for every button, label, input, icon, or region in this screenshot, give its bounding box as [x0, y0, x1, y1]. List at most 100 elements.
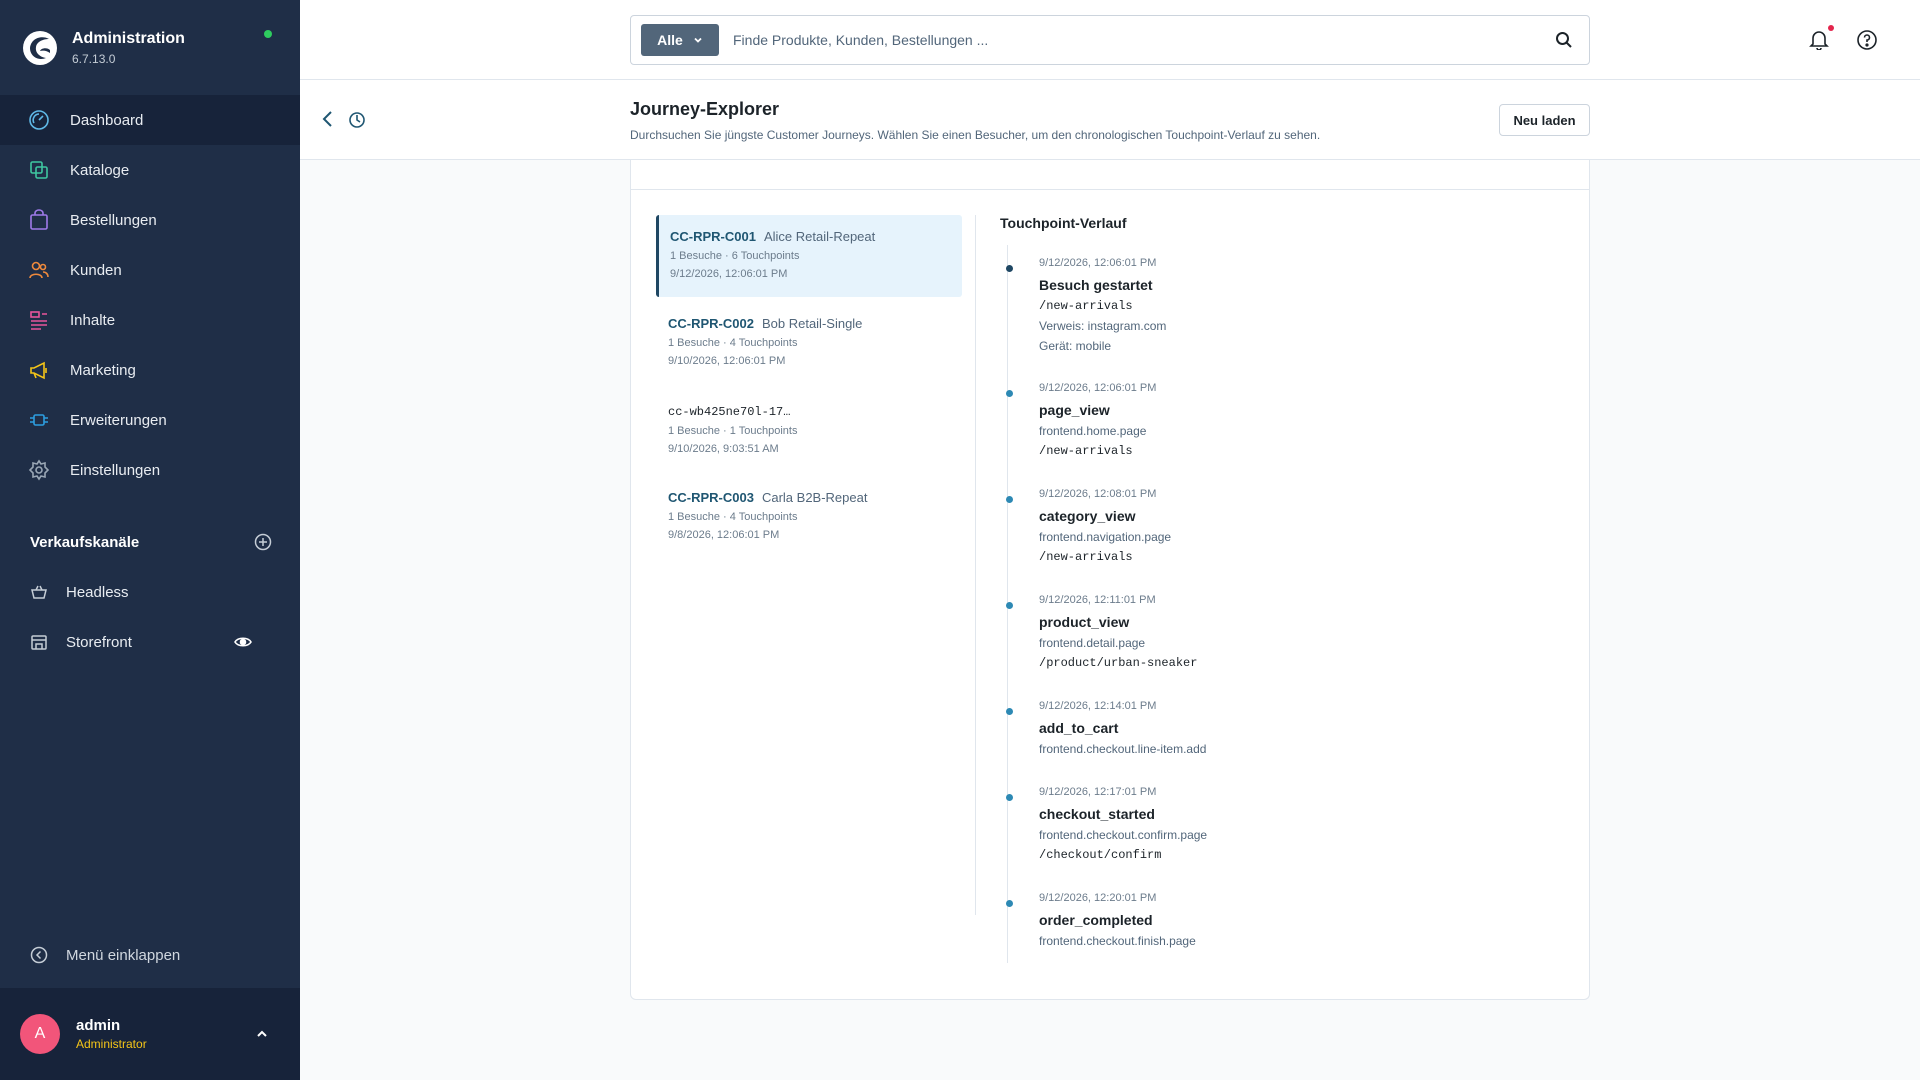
entry-name: page_view	[1039, 402, 1110, 418]
notification-bell-icon[interactable]	[1808, 28, 1830, 50]
entry-name: product_view	[1039, 614, 1130, 630]
status-indicator	[264, 30, 272, 38]
sales-channel-storefront[interactable]: Storefront	[0, 617, 300, 667]
sales-channels-title: Verkaufskanäle	[30, 533, 140, 551]
marketing-icon	[30, 361, 47, 380]
search-icon[interactable]	[1555, 31, 1573, 49]
collapse-label: Menü einklappen	[66, 946, 181, 964]
back-arrow-icon[interactable]	[320, 109, 336, 129]
chevron-left-circle-icon	[30, 946, 48, 964]
visitor-item[interactable]: cc-wb425ne70l-17… 1 Besuche · 1 Touchpoi…	[656, 389, 962, 471]
entry-time: 9/12/2026, 12:06:01 PM	[1039, 257, 1157, 269]
orders-icon	[30, 209, 48, 230]
notification-badge	[1828, 25, 1834, 31]
nav-item-settings[interactable]: Einstellungen	[0, 445, 300, 495]
brand-title: Administration	[72, 29, 185, 47]
channel-label: Storefront	[66, 633, 132, 651]
global-search: Alle	[630, 15, 1590, 65]
nav-item-customers[interactable]: Kunden	[0, 245, 300, 295]
timeline-title: Touchpoint-Verlauf	[1000, 215, 1127, 231]
settings-icon	[28, 459, 50, 481]
entry-path: /new-arrivals	[1039, 299, 1133, 313]
visitor-meta: 1 Besuche · 6 Touchpoints	[670, 250, 800, 262]
brand: Administration 6.7.13.0	[0, 0, 300, 95]
visitor-id: cc-wb425ne70l-17…	[668, 405, 791, 419]
entry-name: order_completed	[1039, 912, 1153, 928]
visitor-name: Bob Retail-Single	[761, 316, 863, 331]
entry-device: Gerät: mobile	[1039, 339, 1112, 353]
user-menu[interactable]: A admin Administrator	[0, 988, 300, 1080]
nav-label: Marketing	[70, 361, 136, 379]
top-bar: Alle	[300, 0, 1920, 80]
nav-item-catalogs[interactable]: Kataloge	[0, 145, 300, 195]
visitor-id: CC-RPR-C001	[670, 229, 756, 244]
channel-label: Headless	[66, 583, 129, 601]
chevron-down-icon	[694, 37, 702, 43]
entry-path: /checkout/confirm	[1039, 848, 1162, 862]
catalog-icon	[30, 161, 48, 179]
visitor-meta: 1 Besuche · 1 Touchpoints	[668, 425, 798, 437]
extensions-icon	[30, 414, 48, 426]
visitor-meta: 1 Besuche · 4 Touchpoints	[668, 337, 798, 349]
nav-label: Dashboard	[70, 111, 144, 129]
nav-label: Einstellungen	[70, 461, 161, 479]
entry-path: /product/urban-sneaker	[1039, 656, 1198, 670]
basket-icon	[31, 585, 47, 599]
visitor-date: 9/10/2026, 9:03:51 AM	[668, 443, 779, 455]
customers-icon	[29, 261, 49, 279]
entry-time: 9/12/2026, 12:11:01 PM	[1039, 594, 1156, 606]
collapse-menu-button[interactable]: Menü einklappen	[0, 930, 300, 980]
history-icon[interactable]	[348, 111, 366, 129]
sidebar: Administration 6.7.13.0 Dashboard Katalo…	[0, 0, 300, 1080]
visitor-name: Alice Retail-Repeat	[763, 229, 876, 244]
timeline-dot	[1006, 390, 1013, 397]
entry-time: 9/12/2026, 12:20:01 PM	[1039, 892, 1157, 904]
entry-path: /new-arrivals	[1039, 444, 1133, 458]
search-type-select[interactable]: Alle	[641, 24, 719, 56]
timeline-dot	[1006, 794, 1013, 801]
search-input[interactable]	[733, 32, 1555, 48]
nav-item-extensions[interactable]: Erweiterungen	[0, 395, 300, 445]
entry-time: 9/12/2026, 12:14:01 PM	[1039, 700, 1157, 712]
page-header: Journey-Explorer Durchsuchen Sie jüngste…	[300, 80, 1920, 160]
brand-version: 6.7.13.0	[72, 51, 116, 66]
visitor-id: CC-RPR-C003	[668, 490, 754, 505]
visitor-date: 9/12/2026, 12:06:01 PM	[670, 268, 788, 280]
page-title: Journey-Explorer	[630, 99, 780, 119]
main-nav: Dashboard Kataloge Bestellungen Kunden I…	[0, 95, 300, 495]
timeline-dot	[1006, 900, 1013, 907]
shopware-logo-icon[interactable]	[22, 30, 58, 66]
avatar: A	[20, 1014, 60, 1054]
eye-icon[interactable]	[234, 633, 252, 651]
entry-time: 9/12/2026, 12:08:01 PM	[1039, 488, 1157, 500]
nav-item-marketing[interactable]: Marketing	[0, 345, 300, 395]
visitor-meta: 1 Besuche · 4 Touchpoints	[668, 511, 798, 523]
dashboard-icon	[29, 110, 49, 130]
entry-route: frontend.navigation.page	[1039, 530, 1172, 544]
entry-route: frontend.home.page	[1039, 424, 1147, 438]
help-icon[interactable]	[1856, 29, 1878, 51]
visitor-date: 9/10/2026, 12:06:01 PM	[668, 355, 786, 367]
visitor-item[interactable]: CC-RPR-C002 Bob Retail-Single 1 Besuche ·…	[656, 302, 962, 384]
visitor-date: 9/8/2026, 12:06:01 PM	[668, 529, 780, 541]
nav-item-content[interactable]: Inhalte	[0, 295, 300, 345]
add-circle-icon[interactable]	[254, 533, 272, 551]
sales-channels-header: Verkaufskanäle	[0, 517, 300, 567]
reload-button[interactable]: Neu laden	[1499, 104, 1590, 136]
touchpoint-timeline: Touchpoint-Verlauf 9/12/2026, 12:06:01 P…	[1000, 215, 1560, 963]
entry-name: category_view	[1039, 508, 1136, 524]
content-icon	[30, 311, 47, 330]
nav-label: Inhalte	[70, 311, 116, 329]
visitor-item[interactable]: CC-RPR-C003 Carla B2B-Repeat 1 Besuche · …	[656, 476, 962, 558]
timeline-dot	[1006, 265, 1013, 272]
nav-item-orders[interactable]: Bestellungen	[0, 195, 300, 245]
entry-name: add_to_cart	[1039, 720, 1119, 736]
nav-item-dashboard[interactable]: Dashboard	[0, 95, 300, 145]
timeline-dot	[1006, 496, 1013, 503]
column-divider	[975, 215, 976, 915]
journey-card: CC-RPR-C001 Alice Retail-Repeat 1 Besuche…	[630, 160, 1590, 1000]
sales-channel-headless[interactable]: Headless	[0, 567, 300, 617]
entry-route: frontend.checkout.confirm.page	[1039, 828, 1208, 842]
nav-label: Kunden	[70, 261, 122, 279]
visitor-item[interactable]: CC-RPR-C001 Alice Retail-Repeat 1 Besuche…	[656, 215, 962, 297]
